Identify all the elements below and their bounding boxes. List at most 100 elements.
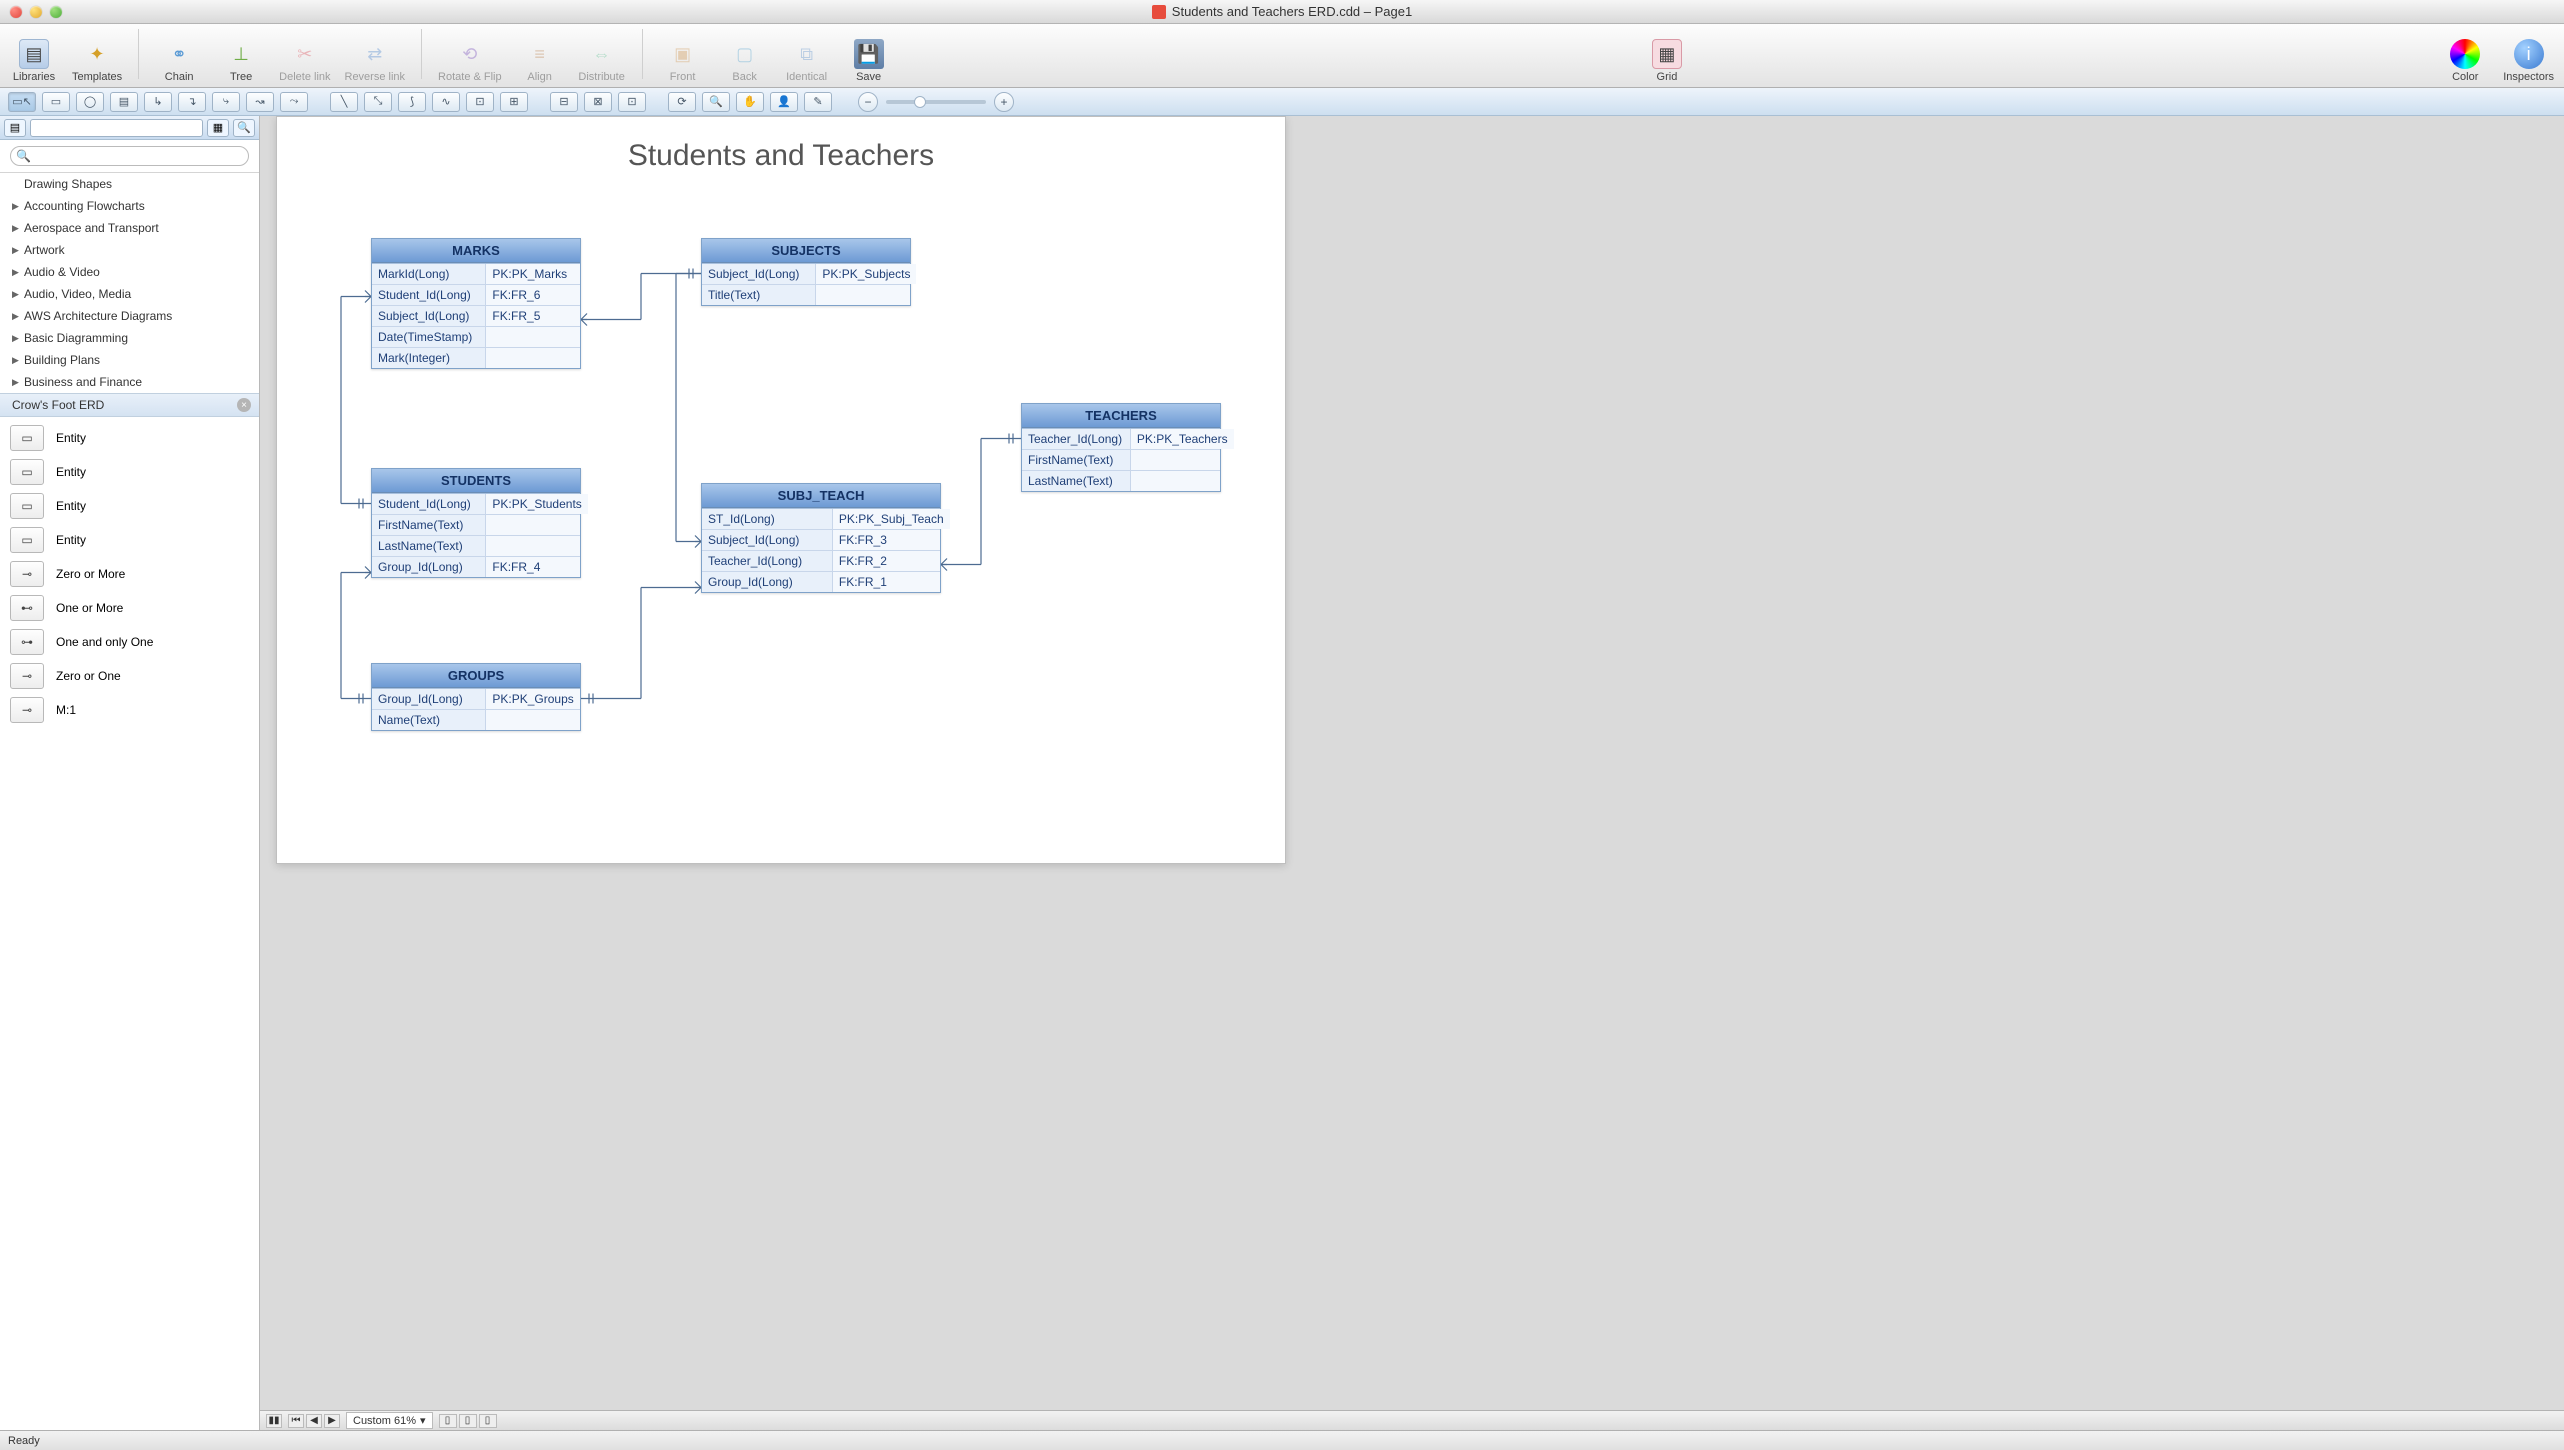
page-next-button[interactable]: ▶ (324, 1414, 340, 1428)
sidebar-category[interactable]: ▶AWS Architecture Diagrams (0, 305, 259, 327)
entity-students[interactable]: STUDENTSStudent_Id(Long)PK:PK_StudentsFi… (371, 468, 581, 578)
sidebar-active-library[interactable]: Crow's Foot ERD × (0, 393, 259, 417)
sidebar-shape[interactable]: ▭Entity (0, 489, 259, 523)
ellipse-tool-button[interactable]: ◯ (76, 92, 104, 112)
zoom-window-button[interactable] (50, 6, 62, 18)
reverse-link-button[interactable]: ⇄Reverse link (345, 39, 406, 83)
path-tool-1[interactable]: ⊡ (466, 92, 494, 112)
connector-tool-2[interactable]: ↴ (178, 92, 206, 112)
status-text: Ready (8, 1435, 40, 1447)
sidebar-shape[interactable]: ⊶One and only One (0, 625, 259, 659)
sidebar-category[interactable]: ▶Audio, Video, Media (0, 283, 259, 305)
secondary-toolbar: ▭↖ ▭ ◯ ▤ ↳ ↴ ⤷ ↝ ⤳ ╲ ⤡ ⟆ ∿ ⊡ ⊞ ⊟ ⊠ ⊡ ⟳ 🔍… (0, 88, 2564, 116)
page-prev-button[interactable]: ◀ (306, 1414, 322, 1428)
sidebar-category[interactable]: ▶Audio & Video (0, 261, 259, 283)
snap-tool-1[interactable]: ⊟ (550, 92, 578, 112)
pointer-tool-button[interactable]: ▭↖ (8, 92, 36, 112)
close-library-icon[interactable]: × (237, 398, 251, 412)
tree-button[interactable]: ⊥Tree (217, 39, 265, 83)
sidebar-category[interactable]: ▶Basic Diagramming (0, 327, 259, 349)
sidebar-search-toggle[interactable]: 🔍 (233, 119, 255, 137)
diagram-canvas[interactable]: MARKSMarkId(Long)PK:PK_MarksStudent_Id(L… (301, 193, 1261, 833)
distribute-button[interactable]: ⇔Distribute (578, 39, 626, 83)
view-mode-2[interactable]: ▯ (459, 1414, 477, 1428)
entity-row: Subject_Id(Long)PK:PK_Subjects (702, 264, 910, 284)
line-tool-1[interactable]: ╲ (330, 92, 358, 112)
page-first-button[interactable]: ⏮ (288, 1414, 304, 1428)
entity-groups[interactable]: GROUPSGroup_Id(Long)PK:PK_GroupsName(Tex… (371, 663, 581, 731)
grid-button[interactable]: ▦Grid (1643, 39, 1691, 83)
identical-button[interactable]: ⧉Identical (783, 39, 831, 83)
sidebar-category[interactable]: ▶Business and Finance (0, 371, 259, 393)
delete-link-button[interactable]: ✂Delete link (279, 39, 330, 83)
sidebar-shape[interactable]: ⊷One or More (0, 591, 259, 625)
connector-tool-4[interactable]: ↝ (246, 92, 274, 112)
grid-view-toggle[interactable]: ▦ (207, 119, 229, 137)
zoom-dropdown[interactable]: Custom 61%▾ (346, 1412, 433, 1429)
zoom-fit-button[interactable]: ⟳ (668, 92, 696, 112)
line-tool-2[interactable]: ⤡ (364, 92, 392, 112)
pause-icon[interactable]: ▮▮ (266, 1414, 282, 1428)
edit-tool-button[interactable]: ✎ (804, 92, 832, 112)
entity-teachers[interactable]: TEACHERSTeacher_Id(Long)PK:PK_TeachersFi… (1021, 403, 1221, 492)
sidebar-shape[interactable]: ⊸Zero or One (0, 659, 259, 693)
entity-row: Group_Id(Long)PK:PK_Groups (372, 689, 580, 709)
entity-row: Subject_Id(Long)FK:FR_3 (702, 529, 940, 550)
back-button[interactable]: ▢Back (721, 39, 769, 83)
entity-subj_teach[interactable]: SUBJ_TEACHST_Id(Long)PK:PK_Subj_TeachSub… (701, 483, 941, 593)
front-button[interactable]: ▣Front (659, 39, 707, 83)
entity-row: Subject_Id(Long)FK:FR_5 (372, 305, 580, 326)
rect-tool-button[interactable]: ▭ (42, 92, 70, 112)
sidebar-category[interactable]: ▶Aerospace and Transport (0, 217, 259, 239)
canvas-area: Students and Teachers MARKSMarkId(Long)P… (260, 116, 2564, 1430)
canvas-scroll[interactable]: Students and Teachers MARKSMarkId(Long)P… (260, 116, 2564, 1410)
color-button[interactable]: Color (2441, 39, 2489, 83)
align-button[interactable]: ≡Align (516, 39, 564, 83)
sidebar-shape[interactable]: ⊸Zero or More (0, 557, 259, 591)
sidebar-search-input[interactable] (10, 146, 249, 166)
curve-tool-2[interactable]: ∿ (432, 92, 460, 112)
sidebar-category[interactable]: ▶Artwork (0, 239, 259, 261)
sidebar-shape[interactable]: ▭Entity (0, 421, 259, 455)
templates-button[interactable]: ✦Templates (72, 39, 122, 83)
rotate-flip-icon: ⟲ (455, 39, 485, 69)
sidebar-category[interactable]: ▶Accounting Flowcharts (0, 195, 259, 217)
zoom-slider[interactable] (886, 100, 986, 104)
view-mode-3[interactable]: ▯ (479, 1414, 497, 1428)
sidebar-category[interactable]: ▶Building Plans (0, 349, 259, 371)
view-mode-1[interactable]: ▯ (439, 1414, 457, 1428)
sidebar-shape[interactable]: ▭Entity (0, 455, 259, 489)
connector-tool-1[interactable]: ↳ (144, 92, 172, 112)
front-icon: ▣ (668, 39, 698, 69)
libraries-button[interactable]: ▤Libraries (10, 39, 58, 83)
rotate-flip-button[interactable]: ⟲Rotate & Flip (438, 39, 502, 83)
snap-tool-2[interactable]: ⊠ (584, 92, 612, 112)
path-tool-2[interactable]: ⊞ (500, 92, 528, 112)
search-icon: 🔍 (16, 149, 31, 163)
entity-row: Title(Text) (702, 284, 910, 305)
save-button[interactable]: 💾Save (845, 39, 893, 83)
connector-tool-3[interactable]: ⤷ (212, 92, 240, 112)
curve-tool-1[interactable]: ⟆ (398, 92, 426, 112)
sidebar-top-input[interactable] (30, 119, 203, 137)
entity-subjects[interactable]: SUBJECTSSubject_Id(Long)PK:PK_SubjectsTi… (701, 238, 911, 306)
close-window-button[interactable] (10, 6, 22, 18)
inspectors-button[interactable]: iInspectors (2503, 39, 2554, 83)
connector-tool-5[interactable]: ⤳ (280, 92, 308, 112)
hand-tool-button[interactable]: ✋ (736, 92, 764, 112)
chain-button[interactable]: ⚭Chain (155, 39, 203, 83)
eyedropper-button[interactable]: 👤 (770, 92, 798, 112)
zoom-tool-button[interactable]: 🔍 (702, 92, 730, 112)
save-icon: 💾 (854, 39, 884, 69)
zoom-in-button[interactable]: + (994, 92, 1014, 112)
entity-row: Group_Id(Long)FK:FR_4 (372, 556, 580, 577)
sidebar-shape[interactable]: ⊸M:1 (0, 693, 259, 727)
sidebar-shape[interactable]: ▭Entity (0, 523, 259, 557)
entity-header: SUBJECTS (702, 239, 910, 263)
text-tool-button[interactable]: ▤ (110, 92, 138, 112)
entity-marks[interactable]: MARKSMarkId(Long)PK:PK_MarksStudent_Id(L… (371, 238, 581, 369)
minimize-window-button[interactable] (30, 6, 42, 18)
library-view-toggle[interactable]: ▤ (4, 119, 26, 137)
snap-tool-3[interactable]: ⊡ (618, 92, 646, 112)
zoom-out-button[interactable]: − (858, 92, 878, 112)
